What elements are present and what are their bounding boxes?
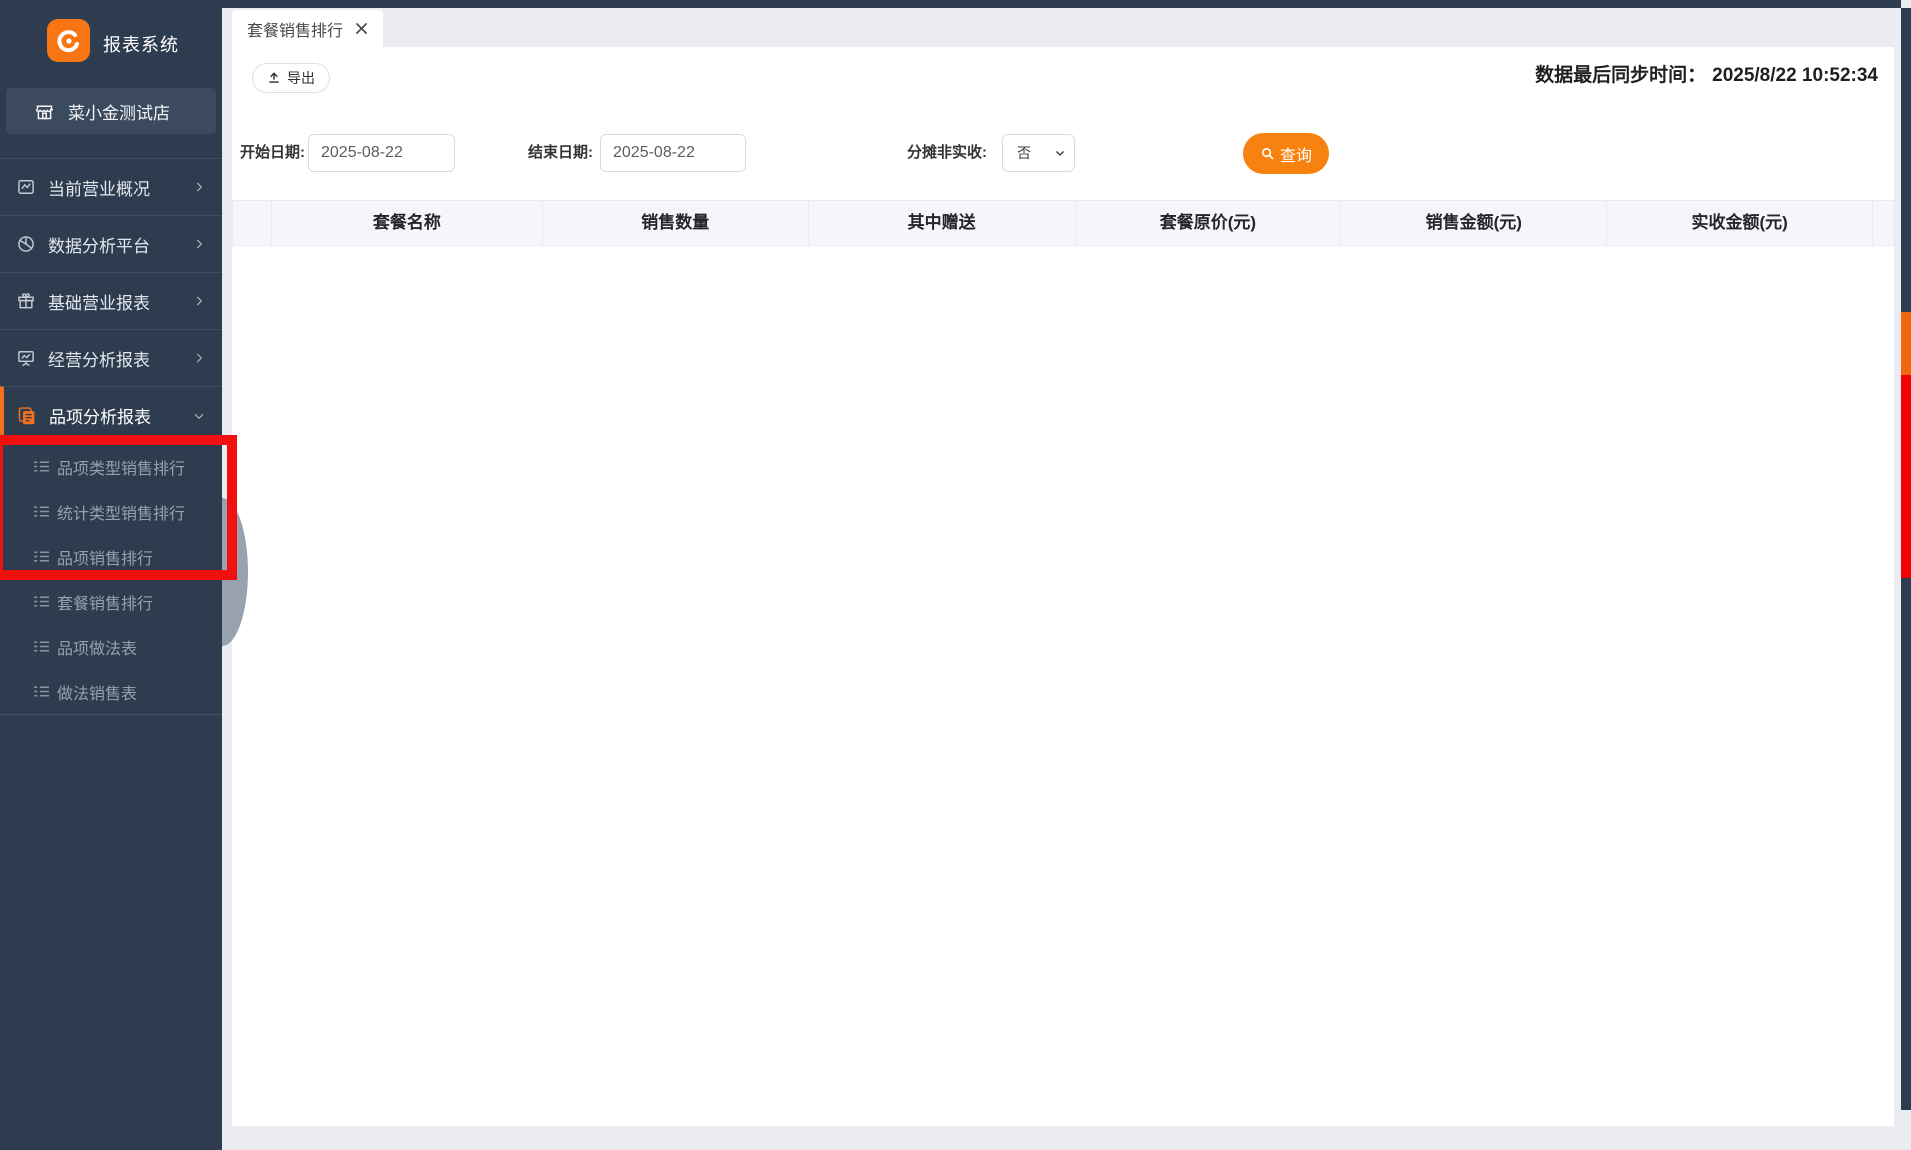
end-date-input[interactable] xyxy=(600,134,746,172)
monitor-chart-icon xyxy=(16,177,36,197)
submenu-item-label: 品项销售排行 xyxy=(57,550,154,568)
submenu-item-item-type-sales-ranking[interactable]: 品项类型销售排行 xyxy=(0,444,222,489)
tab-label: 套餐销售排行 xyxy=(247,22,344,40)
submenu-item-method-sales-table[interactable]: 做法销售表 xyxy=(0,669,222,714)
edge-seg-light xyxy=(1901,0,1911,8)
documents-icon xyxy=(16,405,37,426)
content-panel: 导出 数据最后同步时间：2025/8/22 10:52:34 开始日期: 结束日… xyxy=(232,47,1895,1126)
list-icon xyxy=(33,458,50,475)
upload-icon xyxy=(267,71,281,85)
app-title: 报表系统 xyxy=(103,35,179,55)
app-logo-icon xyxy=(47,19,90,62)
brand: 报表系统 xyxy=(0,0,222,84)
sidebar-submenu: 品项类型销售排行 统计类型销售排行 品项销售排行 套餐销售排行 品项做法表 做法… xyxy=(0,444,222,714)
submenu-item-label: 套餐销售排行 xyxy=(57,595,154,613)
close-icon[interactable] xyxy=(355,22,368,35)
edge-seg-dark xyxy=(1901,8,1911,312)
data-globe-icon xyxy=(16,234,36,254)
list-icon xyxy=(33,548,50,565)
chevron-right-icon xyxy=(192,180,206,194)
submenu-item-label: 品项类型销售排行 xyxy=(57,460,186,478)
apportion-label: 分摊非实收: xyxy=(907,144,987,161)
edge-seg-dark xyxy=(1901,578,1911,1110)
sidebar-item-label: 经营分析报表 xyxy=(48,350,150,370)
sidebar-item-data-analysis-platform[interactable]: 数据分析平台 xyxy=(0,215,222,272)
window-top-edge xyxy=(0,0,1911,8)
submenu-item-label: 做法销售表 xyxy=(57,685,138,703)
sidebar-item-label: 数据分析平台 xyxy=(48,236,150,256)
submenu-item-item-sales-ranking[interactable]: 品项销售排行 xyxy=(0,534,222,579)
store-name: 菜小金测试店 xyxy=(68,103,170,123)
list-icon xyxy=(33,683,50,700)
sidebar-item-current-overview[interactable]: 当前营业概况 xyxy=(0,158,222,215)
chevron-right-icon xyxy=(192,237,206,251)
table-header-gifted: 其中赠送 xyxy=(808,201,1076,245)
end-date-label: 结束日期: xyxy=(528,144,593,161)
list-icon xyxy=(33,503,50,520)
table-header-sales-qty: 销售数量 xyxy=(542,201,809,245)
table-header-stub xyxy=(1873,201,1895,245)
sidebar-divider xyxy=(0,714,222,715)
table-header-combo-name: 套餐名称 xyxy=(271,201,543,245)
chevron-right-icon xyxy=(192,294,206,308)
store-selector[interactable]: 菜小金测试店 xyxy=(6,88,216,134)
search-icon xyxy=(1260,146,1275,161)
edge-seg-light xyxy=(1901,1110,1911,1150)
export-button[interactable]: 导出 xyxy=(252,63,330,93)
table-header-original-price: 套餐原价(元) xyxy=(1075,201,1342,245)
tab-combo-sales-ranking[interactable]: 套餐销售排行 xyxy=(232,10,384,47)
start-date-label: 开始日期: xyxy=(240,144,305,161)
gift-icon xyxy=(16,291,36,311)
sidebar-item-basic-business-reports[interactable]: 基础营业报表 xyxy=(0,272,222,329)
query-label: 查询 xyxy=(1279,147,1312,165)
query-button[interactable]: 查询 xyxy=(1243,133,1329,174)
sidebar-item-item-analysis-reports[interactable]: 品项分析报表 xyxy=(0,386,222,444)
sidebar-item-label: 基础营业报表 xyxy=(48,293,150,313)
submenu-item-combo-sales-ranking[interactable]: 套餐销售排行 xyxy=(0,579,222,624)
sidebar-item-label: 当前营业概况 xyxy=(48,179,150,199)
filter-bar: 开始日期: 结束日期: 分摊非实收: 否 查询 xyxy=(232,133,1894,174)
sidebar-item-operation-analysis-reports[interactable]: 经营分析报表 xyxy=(0,329,222,386)
screen-edge-artifact xyxy=(1901,0,1911,1150)
table-header-row: 套餐名称 销售数量 其中赠送 套餐原价(元) 销售金额(元) 实收金额(元) xyxy=(232,200,1895,246)
sidebar-item-label: 品项分析报表 xyxy=(49,408,151,427)
chevron-down-icon xyxy=(192,409,206,423)
table-header-empty xyxy=(233,201,272,245)
apportion-select[interactable]: 否 xyxy=(1002,134,1075,172)
list-icon xyxy=(33,638,50,655)
sidebar: 报表系统 菜小金测试店 当前营业概况 数据分析平台 基础营业报表 经营分析报表 … xyxy=(0,0,222,1150)
edge-seg-orange xyxy=(1901,312,1911,375)
chevron-down-icon xyxy=(1054,147,1066,159)
tab-bar: 套餐销售排行 xyxy=(222,8,1911,47)
sync-time-label: 数据最后同步时间： xyxy=(1535,65,1707,86)
submenu-item-label: 统计类型销售排行 xyxy=(57,505,186,523)
submenu-item-stat-type-sales-ranking[interactable]: 统计类型销售排行 xyxy=(0,489,222,534)
start-date-input[interactable] xyxy=(308,134,455,172)
sync-time: 数据最后同步时间： 2025/8/22 10:52:34 xyxy=(1535,60,1878,87)
list-icon xyxy=(33,593,50,610)
storefront-icon xyxy=(34,101,55,122)
sidebar-menu: 当前营业概况 数据分析平台 基础营业报表 经营分析报表 品项分析报表 xyxy=(0,158,222,444)
apportion-selected-value: 否 xyxy=(1017,145,1031,161)
submenu-item-label: 品项做法表 xyxy=(57,640,138,658)
table-header-received-amount: 实收金额(元) xyxy=(1607,201,1874,245)
sync-time-value: 2025/8/22 10:52:34 xyxy=(1712,65,1878,86)
presentation-icon xyxy=(16,348,36,368)
chevron-right-icon xyxy=(192,351,206,365)
edge-seg-red xyxy=(1901,375,1911,578)
submenu-item-item-method-table[interactable]: 品项做法表 xyxy=(0,624,222,669)
export-label: 导出 xyxy=(287,70,315,86)
table-header-sales-amount: 销售金额(元) xyxy=(1341,201,1608,245)
